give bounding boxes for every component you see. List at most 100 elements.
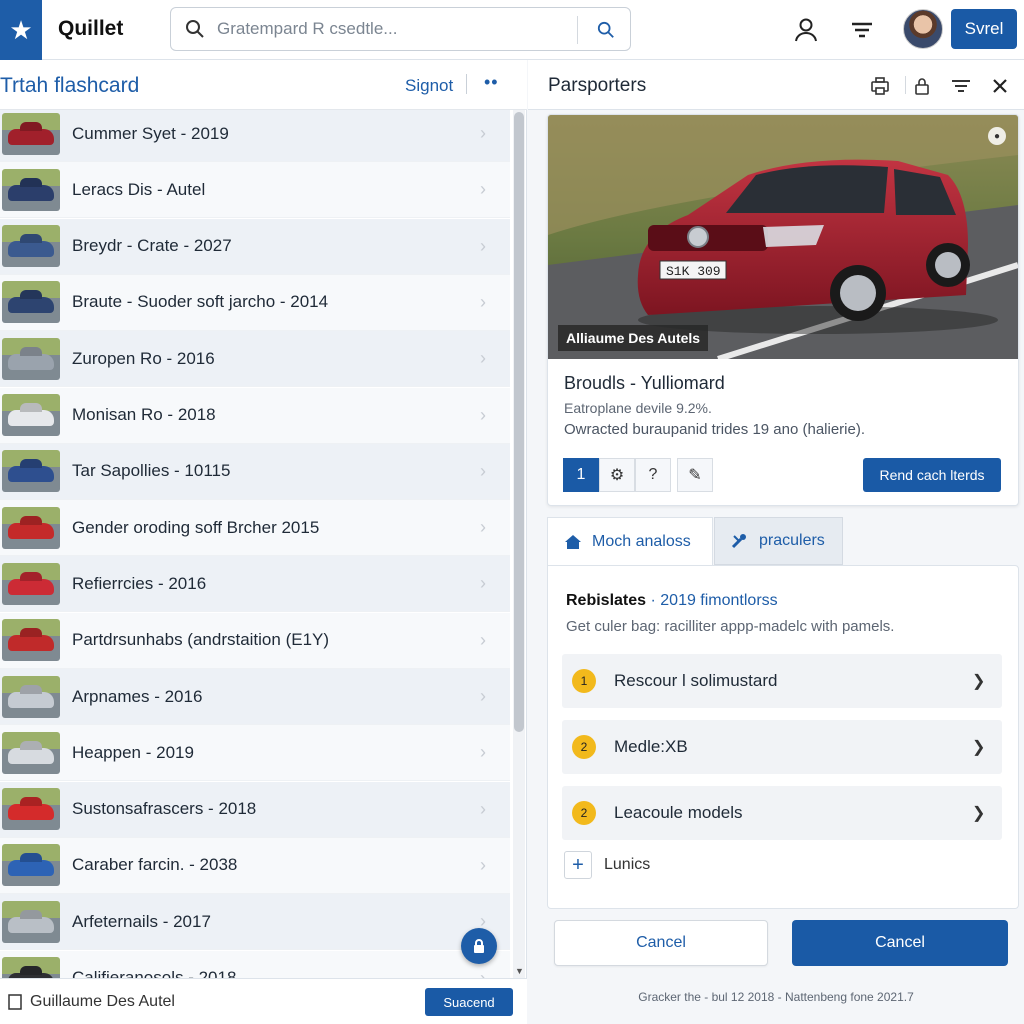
search-icon xyxy=(186,20,204,38)
flashcard-list[interactable]: Cummer Syet - 2019 › Leracs Dis - Autel › Br… xyxy=(0,110,510,978)
list-item[interactable]: Sustonsafrascers - 2018 › xyxy=(0,781,510,838)
top-action-button[interactable]: Svrel xyxy=(951,9,1017,49)
chevron-right-icon: › xyxy=(480,404,486,425)
left-panel-header: Trtah flashcard Signot •• xyxy=(0,60,527,110)
search-submit-icon[interactable] xyxy=(591,18,621,42)
avatar[interactable] xyxy=(903,9,943,49)
sign-out-link[interactable]: Signot xyxy=(405,76,453,96)
add-link-button[interactable]: + Lunics xyxy=(564,851,650,879)
tools-icon xyxy=(731,534,746,549)
list-item-label: Partdrsunhabs (andrstaition (E1Y) xyxy=(72,630,330,650)
lock-fab-button[interactable] xyxy=(461,928,497,964)
print-icon[interactable] xyxy=(868,74,892,98)
more-options-icon[interactable]: •• xyxy=(484,72,499,93)
list-item-label: Braute - Suoder soft jarcho - 2014 xyxy=(72,292,329,312)
option-badge: 2 xyxy=(572,801,596,825)
star-logo-icon[interactable]: ★ xyxy=(0,0,42,60)
list-item-label: Refierrcies - 2016 xyxy=(72,573,207,593)
list-item-label: Gender oroding soff Brcher 2015 xyxy=(72,517,320,537)
car-thumbnail xyxy=(2,731,60,774)
car-image: S1K 309 xyxy=(548,115,1018,359)
car-thumbnail xyxy=(2,788,60,831)
list-item[interactable]: Zuropen Ro - 2016 › xyxy=(0,331,510,388)
list-item[interactable]: Heappen - 2019 › xyxy=(0,725,510,782)
car-thumbnail xyxy=(2,112,60,155)
chevron-right-icon: › xyxy=(480,291,486,312)
sort-icon[interactable] xyxy=(949,74,973,98)
list-item-label: Califieranosols - 2018 xyxy=(72,968,237,978)
option-item[interactable]: 1 Rescour l solimustard ❯ xyxy=(562,654,1002,708)
option-label: Rescour l solimustard xyxy=(614,671,778,690)
search-input[interactable] xyxy=(217,17,557,41)
car-thumbnail xyxy=(2,900,60,943)
panel-heading-meta: · 2019 fimontlorss xyxy=(646,592,778,609)
chevron-right-icon: › xyxy=(480,123,486,143)
option-item[interactable]: 2 Leacoule models ❯ xyxy=(562,786,1002,840)
add-label: Lunics xyxy=(604,856,651,873)
lock-icon[interactable] xyxy=(910,74,934,98)
footer-submit-button[interactable]: Suacend xyxy=(425,988,513,1016)
list-item[interactable]: Cummer Syet - 2019 › xyxy=(0,110,510,162)
list-item[interactable]: Partdrsunhabs (andrstaition (E1Y) › xyxy=(0,612,510,669)
car-thumbnail xyxy=(2,394,60,436)
vehicle-detail-card: S1K 309 Alliaume Des Autels ● Broudls - … xyxy=(547,114,1019,506)
chevron-right-icon: › xyxy=(480,854,486,875)
left-panel: Trtah flashcard Signot •• Cummer Syet - … xyxy=(0,60,527,1024)
car-thumbnail xyxy=(2,562,60,605)
app-name: Quillet xyxy=(58,17,124,40)
list-item[interactable]: Refierrcies - 2016 › xyxy=(0,556,510,613)
chevron-right-icon: › xyxy=(480,179,486,200)
cancel-button-secondary[interactable]: Cancel xyxy=(554,920,768,966)
chevron-right-icon: › xyxy=(480,798,486,819)
right-panel-header: Parsporters xyxy=(528,60,1024,110)
chevron-right-icon: ❯ xyxy=(972,673,986,690)
cancel-button-primary[interactable]: Cancel xyxy=(792,920,1008,966)
chevron-right-icon: › xyxy=(480,573,486,594)
right-panel: Parsporters S1K 309 Alliaume Des Autels … xyxy=(528,60,1024,1024)
list-item[interactable]: Tar Sapollies - 10115 › xyxy=(0,443,510,500)
list-item[interactable]: Arfeternails - 2017 › xyxy=(0,894,510,951)
scroll-down-icon[interactable]: ▼ xyxy=(515,966,524,976)
car-thumbnail xyxy=(2,337,60,380)
read-cards-button[interactable]: Rend cach lterds xyxy=(863,458,1001,492)
list-item-label: Arpnames - 2016 xyxy=(72,686,203,706)
list-item[interactable]: Gender oroding soff Brcher 2015 › xyxy=(0,500,510,557)
list-item-label: Tar Sapollies - 10115 xyxy=(72,461,231,481)
page-one-button[interactable]: 1 xyxy=(563,458,599,492)
help-icon[interactable]: ? xyxy=(635,458,671,492)
user-icon[interactable] xyxy=(790,14,822,46)
option-item[interactable]: 2 Medle:XB ❯ xyxy=(562,720,1002,774)
list-item-label: Cummer Syet - 2019 xyxy=(72,123,229,143)
settings-icon[interactable]: ⚙ xyxy=(599,458,635,492)
chevron-right-icon: › xyxy=(480,967,486,979)
edit-icon[interactable]: ✎ xyxy=(677,458,713,492)
filter-icon[interactable] xyxy=(846,14,878,46)
tab-analysis[interactable]: Moch analoss xyxy=(547,517,713,565)
scrollbar[interactable] xyxy=(513,110,525,978)
list-item[interactable]: Braute - Suoder soft jarcho - 2014 › xyxy=(0,274,510,331)
list-item[interactable]: Breydr - Crate - 2027 › xyxy=(0,218,510,275)
list-item-label: Caraber farcin. - 2038 xyxy=(72,855,238,875)
search-bar[interactable] xyxy=(170,7,631,51)
card-title: Broudls - Yulliomard xyxy=(564,373,725,393)
left-panel-title: Trtah flashcard xyxy=(0,74,140,97)
car-thumbnail xyxy=(2,675,60,718)
right-panel-footer: Gracker the - bul 12 2018 - Nattenbeng f… xyxy=(638,990,914,1004)
list-item[interactable]: Arpnames - 2016 › xyxy=(0,669,510,725)
scrollbar-thumb[interactable] xyxy=(514,112,524,732)
list-item[interactable]: Leracs Dis - Autel › xyxy=(0,162,510,219)
list-item-label: Breydr - Crate - 2027 xyxy=(72,236,232,256)
chevron-right-icon: › xyxy=(480,235,486,256)
list-item[interactable]: Califieranosols - 2018 › xyxy=(0,950,510,979)
lock-icon xyxy=(474,939,484,953)
close-icon[interactable] xyxy=(988,74,1012,98)
license-plate: S1K 309 xyxy=(666,264,721,279)
list-item[interactable]: Monisan Ro - 2018 › xyxy=(0,387,510,444)
image-options-icon[interactable]: ● xyxy=(988,127,1006,145)
tab-particulars[interactable]: praculers xyxy=(714,517,843,565)
car-thumbnail xyxy=(2,168,60,211)
panel-description: Get culer bag: racilliter appp-madelc wi… xyxy=(566,618,895,635)
list-item[interactable]: Caraber farcin. - 2038 › xyxy=(0,837,510,894)
option-badge: 1 xyxy=(572,669,596,693)
car-thumbnail xyxy=(2,506,60,549)
